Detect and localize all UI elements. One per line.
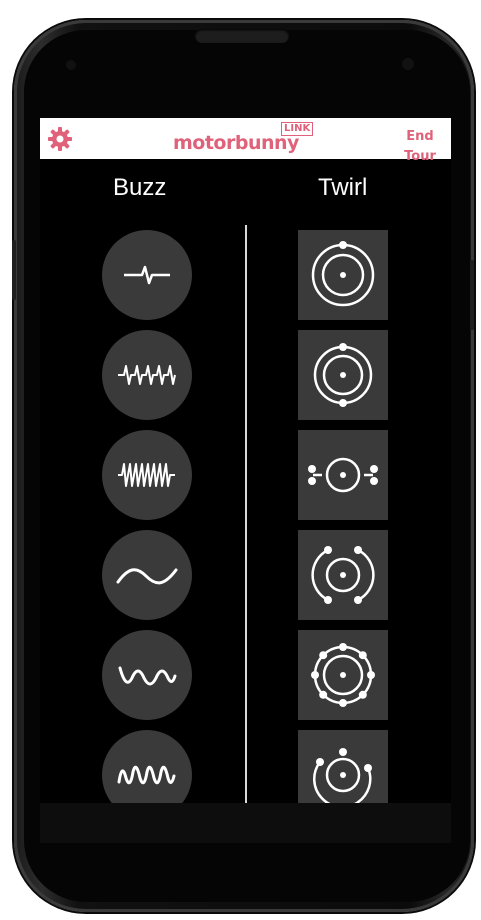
twirl-pattern-6[interactable]: [298, 730, 388, 803]
orbit-sweep-icon: [313, 748, 372, 803]
twirl-pattern-1[interactable]: [298, 230, 388, 320]
twirl-pattern-5[interactable]: [298, 630, 388, 720]
buzz-pattern-5[interactable]: [102, 630, 192, 720]
power-button: [470, 260, 474, 330]
single-pulse-waveform-icon: [124, 265, 170, 285]
motorbunny-logo: motorbunny LINK: [173, 122, 323, 156]
buzz-pattern-2[interactable]: [102, 330, 192, 420]
twirl-pattern-4[interactable]: [298, 530, 388, 620]
buzz-pattern-3[interactable]: [102, 430, 192, 520]
navigation-bar: [40, 803, 451, 843]
twirl-pattern-3[interactable]: [298, 430, 388, 520]
front-camera: [402, 58, 414, 70]
orbit-ring-dots-icon: [311, 643, 375, 707]
orbit-left-right-icon: [308, 457, 378, 493]
gear-icon[interactable]: [47, 126, 73, 152]
sensor-dot: [66, 60, 76, 70]
orbit-top-bottom-icon: [311, 241, 375, 307]
column-divider: [245, 225, 247, 803]
earpiece-speaker: [195, 29, 289, 43]
sine-wave-icon: [116, 568, 178, 585]
buzz-title: Buzz: [113, 174, 167, 201]
buzz-pattern-6[interactable]: [102, 730, 192, 803]
twirl-pattern-2[interactable]: [298, 330, 388, 420]
buzz-pattern-4[interactable]: [102, 530, 192, 620]
volume-button: [12, 240, 16, 300]
orbit-top-bottom-small-icon: [313, 343, 373, 407]
logo-badge: LINK: [281, 122, 314, 136]
app-header: motorbunny LINK End Tour: [40, 118, 451, 164]
dense-pulse-waveform-icon: [118, 463, 175, 487]
orbit-arcs-icon: [311, 546, 375, 604]
fast-wave-icon: [118, 666, 177, 686]
faster-wave-icon: [117, 765, 176, 785]
pulse-train-waveform-icon: [118, 365, 176, 385]
twirl-title: Twirl: [318, 174, 368, 201]
app-screen: motorbunny LINK End Tour Buzz Twirl: [40, 118, 451, 803]
buzz-pattern-1[interactable]: [102, 230, 192, 320]
end-tour-button[interactable]: End Tour: [403, 127, 437, 167]
